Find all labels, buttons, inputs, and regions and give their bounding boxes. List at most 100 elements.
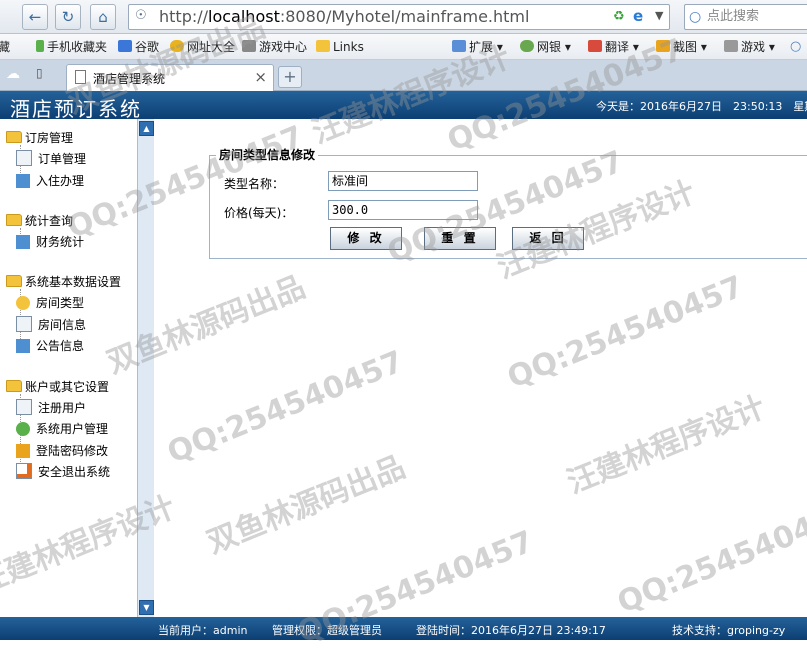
login-time: 登陆时间：2016年6月27日 23:49:17 — [416, 624, 606, 637]
translate-menu[interactable]: 翻译 ▾ — [588, 38, 639, 56]
tab-bar: ☁ ▯ 酒店管理系统 × + — [0, 60, 807, 91]
sidebar: 订房管理 订单管理 入住办理 统计查询 财务统计 系统基本数据设置 房间类型 房… — [0, 119, 154, 617]
sidebar-item-room-types[interactable]: 房间类型 — [16, 294, 84, 311]
watermark-qq: QQ:254540457 — [502, 269, 749, 396]
bookmark-links[interactable]: Links — [316, 38, 364, 56]
price-input[interactable]: 300.0 — [328, 200, 478, 220]
address-path: :8080/Myhotel/mainframe.html — [279, 7, 530, 26]
type-name-label: 类型名称： — [224, 177, 285, 191]
bank-icon — [520, 40, 534, 52]
users-icon — [16, 422, 30, 436]
address-text[interactable]: http://localhost:8080/Myhotel/mainframe.… — [159, 6, 529, 28]
dropdown-arrow-icon[interactable]: ▼ — [655, 9, 663, 22]
gamepad-icon — [242, 40, 256, 52]
address-host: localhost — [208, 7, 280, 26]
sidebar-group-booking[interactable]: 订房管理 — [6, 129, 73, 146]
sidebar-group-account[interactable]: 账户或其它设置 — [6, 378, 109, 395]
folder-icon — [6, 131, 22, 143]
sidebar-item-logout[interactable]: 安全退出系统 — [16, 463, 110, 480]
sidebar-item-finance[interactable]: 财务统计 — [16, 233, 84, 250]
sidebar-item-notices[interactable]: 公告信息 — [16, 337, 84, 354]
tab-hotel-management[interactable]: 酒店管理系统 × — [66, 64, 274, 91]
address-bar[interactable]: ☉ http://localhost:8080/Myhotel/mainfram… — [128, 4, 670, 30]
app-header: 酒店预订系统 今天是：2016年6月27日 23:50:13 星期 — [0, 91, 807, 121]
bookmark-mobile[interactable]: 手机收藏夹 — [36, 38, 107, 56]
sidebar-scrollbar[interactable]: ▲ ▼ — [137, 119, 154, 617]
tech-support: 技术支持：groping-zy — [672, 624, 786, 637]
folder-icon — [316, 40, 330, 52]
home-icon[interactable]: ⌂ — [90, 4, 116, 30]
edit-icon — [16, 174, 30, 188]
shield-icon: ☉ — [135, 8, 147, 23]
current-datetime: 今天是：2016年6月27日 23:50:13 星期 — [596, 100, 807, 113]
search-box[interactable]: ○ 点此搜索 — [684, 4, 807, 30]
watermark-qq: QQ:254540457 — [162, 344, 409, 471]
search-icon[interactable]: ○ — [790, 38, 801, 56]
recycle-icon[interactable]: ♻ — [613, 9, 625, 24]
sidebar-group-basic-data[interactable]: 系统基本数据设置 — [6, 273, 121, 290]
bookmark-google[interactable]: 谷歌 — [118, 38, 159, 56]
phone-icon[interactable]: ▯ — [36, 66, 43, 80]
ie-icon[interactable]: e — [633, 7, 643, 25]
refresh-icon[interactable]: ↻ — [55, 4, 81, 30]
exit-icon — [16, 463, 32, 479]
status-bar: 当前用户：admin 管理权限：超级管理员 登陆时间：2016年6月27日 23… — [0, 617, 807, 640]
price-label: 价格(每天)： — [224, 206, 294, 220]
games-menu[interactable]: 游戏 ▾ — [724, 38, 775, 56]
reset-button[interactable]: 重 置 — [424, 227, 496, 250]
lock-icon — [16, 444, 30, 458]
notice-icon — [16, 339, 30, 353]
back-button[interactable]: 返 回 — [512, 227, 584, 250]
room-type-icon — [16, 296, 30, 310]
sidebar-item-orders[interactable]: 订单管理 — [16, 150, 86, 167]
folder-icon — [6, 275, 22, 287]
phone-icon — [36, 40, 44, 52]
chart-icon — [16, 235, 30, 249]
scroll-down-icon[interactable]: ▼ — [139, 600, 154, 615]
watermark-qq: QQ:254540457 — [612, 494, 807, 621]
browser-toolbar: ← ↻ ⌂ ☉ http://localhost:8080/Myhotel/ma… — [0, 0, 807, 34]
bookmark-games[interactable]: 游戏中心 — [242, 38, 307, 56]
sidebar-item-system-users[interactable]: 系统用户管理 — [16, 420, 108, 437]
cloud-icon[interactable]: ☁ — [6, 66, 20, 82]
current-user: 当前用户：admin — [158, 624, 248, 637]
search-placeholder: 点此搜索 — [707, 9, 760, 24]
folder-icon — [6, 214, 22, 226]
sidebar-item-change-password[interactable]: 登陆密码修改 — [16, 442, 108, 459]
globe-icon — [170, 40, 184, 52]
sidebar-item-checkin[interactable]: 入住办理 — [16, 172, 84, 189]
grid-icon — [452, 40, 466, 52]
google-icon — [118, 40, 132, 52]
gamepad-icon — [724, 40, 738, 52]
app-title: 酒店预订系统 — [10, 97, 142, 121]
close-icon[interactable]: × — [254, 68, 267, 86]
document-icon — [16, 150, 32, 166]
page-icon — [75, 70, 86, 84]
form-legend: 房间类型信息修改 — [216, 146, 319, 163]
modify-button[interactable]: 修 改 — [330, 227, 402, 250]
sidebar-group-statistics[interactable]: 统计查询 — [6, 212, 73, 229]
new-tab-button[interactable]: + — [278, 66, 302, 88]
scissors-icon — [656, 40, 670, 52]
scroll-up-icon[interactable]: ▲ — [139, 121, 154, 136]
document-icon — [16, 316, 32, 332]
watermark-author: 汪建林程序设计 — [562, 389, 771, 501]
watermark-source: 双鱼林源码出品 — [202, 449, 411, 561]
translate-icon — [588, 40, 602, 52]
bookmark-favorites[interactable]: 藏 — [0, 38, 10, 56]
screenshot-menu[interactable]: 截图 ▾ — [656, 38, 707, 56]
user-role: 管理权限：超级管理员 — [272, 624, 382, 637]
address-prefix: http:// — [159, 7, 209, 26]
sidebar-item-room-info[interactable]: 房间信息 — [16, 316, 86, 333]
room-type-form — [209, 155, 807, 259]
banking-menu[interactable]: 网银 ▾ — [520, 38, 571, 56]
search-icon: ○ — [689, 9, 702, 25]
back-arrow-icon[interactable]: ← — [22, 4, 48, 30]
bookmark-sites[interactable]: 网址大全 — [170, 38, 235, 56]
folder-icon — [6, 380, 22, 392]
document-icon — [16, 399, 32, 415]
sidebar-item-register-user[interactable]: 注册用户 — [16, 399, 86, 416]
bookmarks-bar: 藏 手机收藏夹 谷歌 网址大全 游戏中心 Links 扩展 ▾ 网银 ▾ 翻译 … — [0, 34, 807, 60]
type-name-input[interactable]: 标准间 — [328, 171, 478, 191]
extensions-menu[interactable]: 扩展 ▾ — [452, 38, 503, 56]
